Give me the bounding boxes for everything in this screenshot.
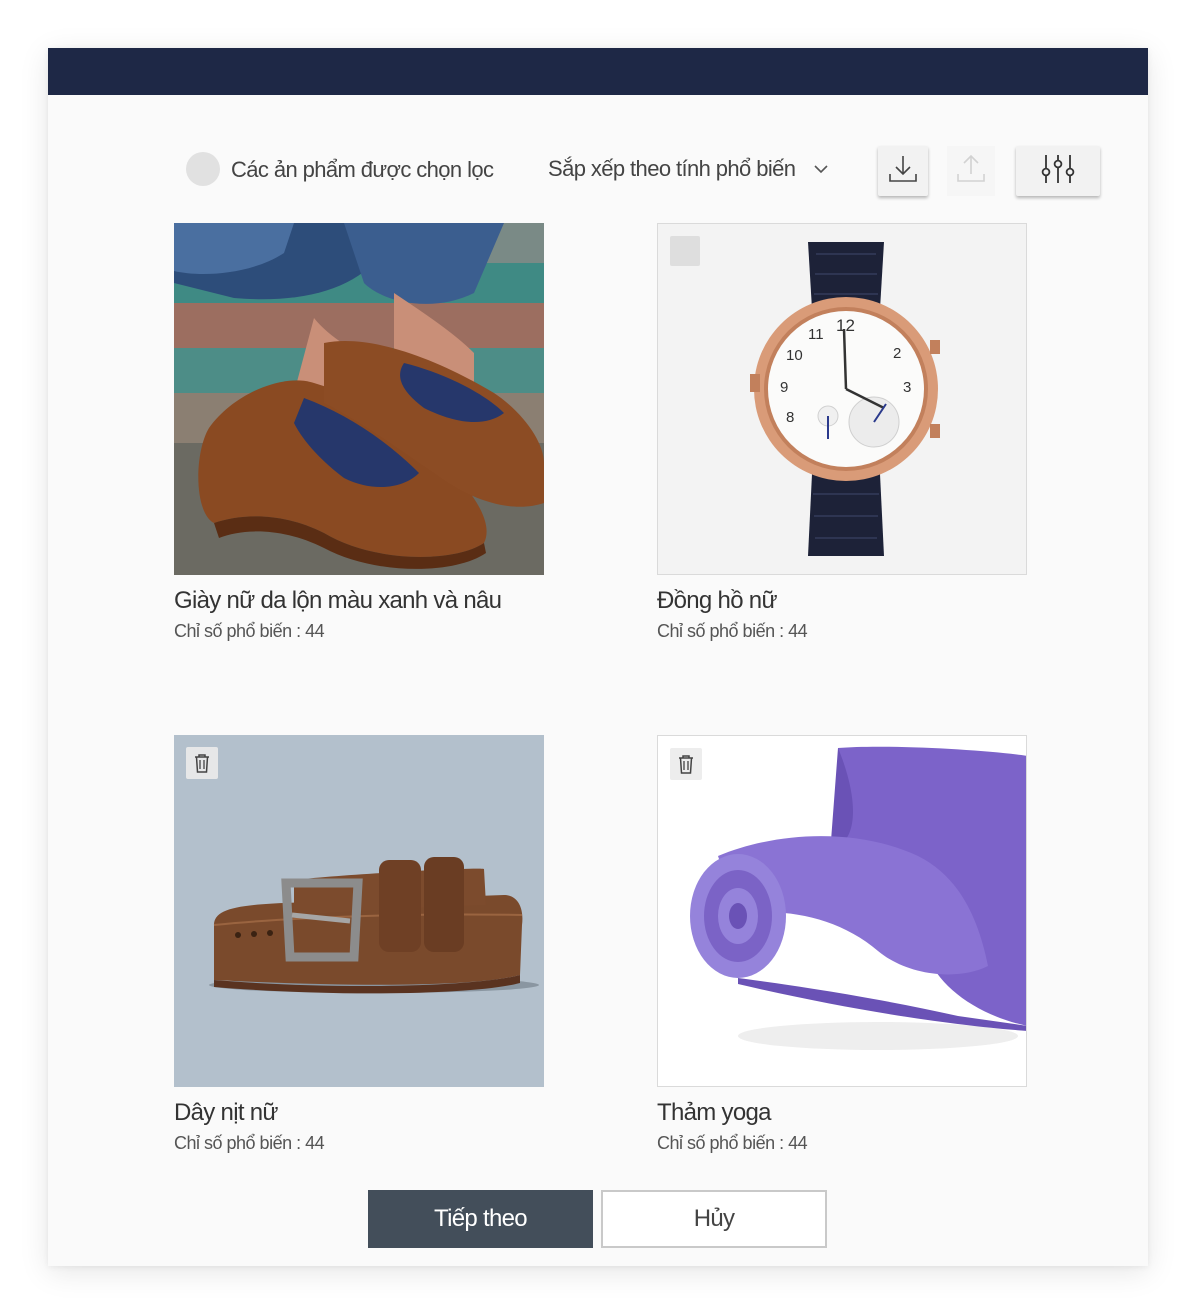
trash-icon[interactable] bbox=[186, 747, 218, 779]
select-checkbox[interactable] bbox=[670, 236, 700, 266]
svg-text:12: 12 bbox=[836, 316, 855, 335]
cancel-button[interactable]: Hủy bbox=[601, 1190, 827, 1248]
popularity-score: Chỉ số phổ biến : 44 bbox=[657, 1133, 808, 1153]
watch-photo: 12 11 10 9 8 2 3 bbox=[658, 224, 1026, 574]
next-button[interactable]: Tiếp theo bbox=[368, 1190, 593, 1248]
filter-button[interactable] bbox=[1016, 146, 1100, 196]
upload-button[interactable] bbox=[947, 146, 995, 196]
chevron-down-icon bbox=[811, 159, 831, 179]
product-card-shoes[interactable]: Giày nữ da lộn màu xanh và nâu Chỉ số ph… bbox=[174, 223, 544, 642]
product-title[interactable]: Dây nịt nữ bbox=[174, 1099, 544, 1127]
sort-label: Sắp xếp theo tính phổ biến bbox=[548, 156, 796, 181]
product-title[interactable]: Thảm yoga bbox=[657, 1099, 1027, 1127]
popularity-score: Chỉ số phổ biến : 44 bbox=[657, 621, 808, 641]
curated-toggle[interactable] bbox=[186, 152, 220, 186]
svg-text:3: 3 bbox=[903, 379, 911, 396]
app-window: Các ản phẩm được chọn lọc Sắp xếp theo t… bbox=[48, 48, 1148, 1266]
download-icon bbox=[886, 152, 920, 191]
svg-text:10: 10 bbox=[786, 347, 803, 364]
svg-text:9: 9 bbox=[780, 379, 788, 396]
product-image-yoga-mat[interactable] bbox=[657, 735, 1027, 1087]
title-bar bbox=[48, 48, 1148, 95]
product-image-shoes[interactable] bbox=[174, 223, 544, 575]
product-card-yoga-mat[interactable]: Thảm yoga Chỉ số phổ biến : 44 bbox=[657, 735, 1027, 1154]
svg-text:8: 8 bbox=[786, 409, 794, 426]
shoes-photo bbox=[174, 223, 544, 575]
download-button[interactable] bbox=[878, 146, 928, 196]
product-image-belt[interactable] bbox=[174, 735, 544, 1087]
action-bar: Tiếp theo Hủy bbox=[368, 1190, 828, 1248]
popularity-score: Chỉ số phổ biến : 44 bbox=[174, 1133, 325, 1153]
trash-icon[interactable] bbox=[670, 748, 702, 780]
toolbar: Các ản phẩm được chọn lọc Sắp xếp theo t… bbox=[48, 146, 1148, 198]
yoga-mat-photo bbox=[658, 736, 1026, 1086]
upload-icon bbox=[954, 152, 988, 191]
curated-label: Các ản phẩm được chọn lọc bbox=[231, 157, 494, 182]
product-title[interactable]: Giày nữ da lộn màu xanh và nâu bbox=[174, 587, 544, 615]
sliders-icon bbox=[1038, 152, 1078, 191]
svg-text:2: 2 bbox=[893, 345, 901, 362]
product-card-belt[interactable]: Dây nịt nữ Chỉ số phổ biến : 44 bbox=[174, 735, 544, 1154]
product-title[interactable]: Đồng hồ nữ bbox=[657, 587, 1027, 615]
belt-photo bbox=[174, 735, 544, 1087]
popularity-score: Chỉ số phổ biến : 44 bbox=[174, 621, 325, 641]
product-card-watch[interactable]: 12 11 10 9 8 2 3 Đồng hồ nữ Chỉ số phổ b… bbox=[657, 223, 1027, 642]
sort-dropdown[interactable]: Sắp xếp theo tính phổ biến bbox=[548, 152, 831, 186]
svg-text:11: 11 bbox=[808, 326, 824, 343]
product-image-watch[interactable]: 12 11 10 9 8 2 3 bbox=[657, 223, 1027, 575]
